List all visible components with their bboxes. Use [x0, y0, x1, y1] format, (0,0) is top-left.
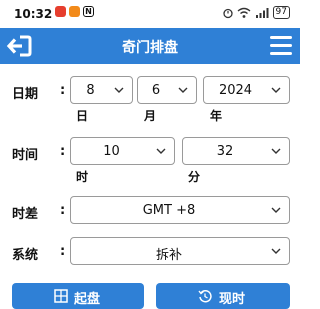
system-value: 拆补: [155, 248, 182, 263]
wifi-icon: [237, 7, 250, 18]
minute-select[interactable]: 32: [182, 137, 290, 165]
now-button[interactable]: 现时: [156, 283, 290, 309]
day-unit: 日: [76, 109, 89, 123]
status-system-icons: 97: [222, 6, 290, 19]
hour-select[interactable]: 10: [70, 137, 175, 165]
day-value: 8: [86, 83, 95, 98]
chevron-down-icon: [271, 148, 281, 154]
year-select[interactable]: 2024: [203, 76, 290, 104]
status-time: 10:32: [14, 7, 53, 21]
signal-icon: [255, 7, 269, 18]
chevron-down-icon: [271, 87, 281, 93]
hour-value: 10: [103, 144, 120, 159]
system-label: 系统: [12, 248, 39, 263]
system-select[interactable]: 拆补: [70, 237, 290, 265]
status-notification-icons: N: [55, 6, 94, 17]
month-unit: 月: [144, 109, 157, 123]
battery-icon: 97: [272, 6, 290, 19]
chevron-down-icon: [156, 148, 166, 154]
timezone-label: 时差: [12, 207, 39, 222]
app-notification-icon: [55, 6, 66, 17]
month-value: 6: [151, 83, 161, 98]
app-bar: 奇门排盘: [0, 28, 300, 64]
start-button[interactable]: 起盘: [12, 283, 144, 309]
date-colon: :: [60, 83, 66, 98]
status-bar: 10:32 N 97: [0, 0, 300, 28]
start-button-label: 起盘: [73, 292, 100, 307]
date-label: 日期: [12, 87, 39, 102]
year-value: 2024: [218, 83, 253, 98]
now-button-label: 现时: [218, 292, 245, 307]
month-select[interactable]: 6: [137, 76, 197, 104]
nfc-icon: N: [83, 6, 94, 17]
system-colon: :: [60, 244, 66, 259]
chevron-down-icon: [178, 87, 188, 93]
time-colon: :: [60, 144, 66, 159]
year-unit: 年: [210, 109, 223, 123]
app-notification-icon: [69, 6, 80, 17]
timezone-select[interactable]: GMT +8: [70, 196, 290, 224]
day-select[interactable]: 8: [70, 76, 133, 104]
timezone-value: GMT +8: [142, 203, 196, 218]
menu-icon[interactable]: [270, 36, 292, 56]
alarm-icon: [222, 8, 233, 18]
timezone-colon: :: [60, 203, 66, 218]
time-label: 时间: [12, 148, 39, 163]
chevron-down-icon: [271, 248, 281, 254]
chevron-down-icon: [271, 207, 281, 213]
chevron-down-icon: [114, 87, 124, 93]
minute-value: 32: [216, 144, 234, 159]
page-title: 奇门排盘: [122, 40, 178, 56]
minute-unit: 分: [188, 170, 201, 184]
hour-unit: 时: [76, 170, 89, 184]
